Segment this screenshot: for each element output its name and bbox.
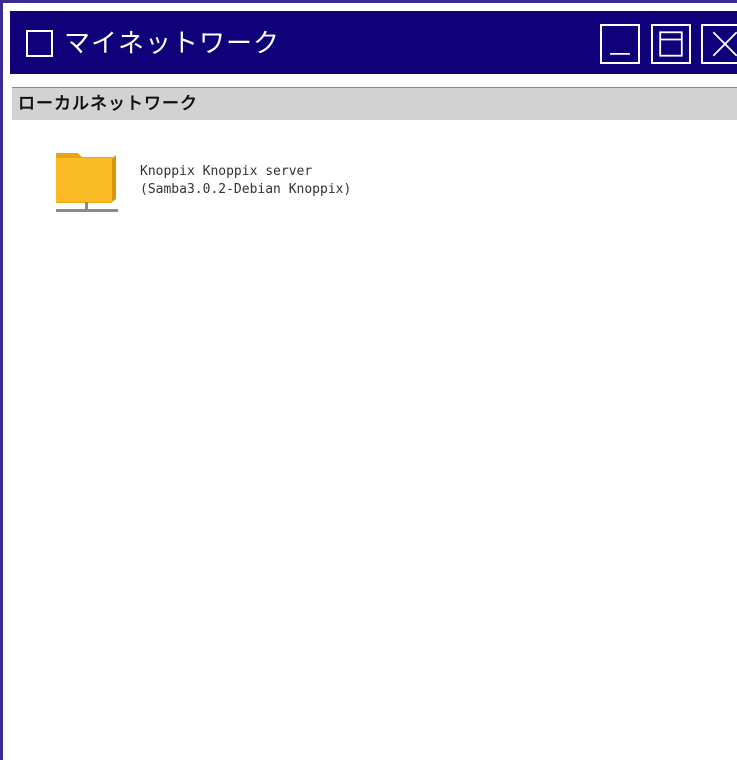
share-name: Knoppix Knoppix server [140,164,313,179]
share-description: (Samba3.0.2-Debian Knoppix) [140,182,352,197]
maximize-icon [659,31,683,57]
minimize-button[interactable] [600,24,640,64]
share-label[interactable]: Knoppix Knoppix server (Samba3.0.2-Debia… [140,163,351,199]
window-title: マイネットワーク [64,29,281,59]
location-bar: ローカルネットワーク [12,87,737,120]
location-label: ローカルネットワーク [18,94,198,114]
maximize-button[interactable] [651,24,691,64]
close-button[interactable] [701,24,737,64]
file-view[interactable]: Knoppix Knoppix server (Samba3.0.2-Debia… [12,120,737,760]
network-share-item[interactable]: Knoppix Knoppix server (Samba3.0.2-Debia… [52,148,512,218]
window-menu-icon[interactable] [26,30,53,57]
title-bar[interactable]: マイネットワーク [7,8,737,77]
minimize-icon [610,53,630,55]
my-network-window: マイネットワーク ローカルネットワーク Knoppix Knoppix serv… [0,0,737,760]
close-icon [712,31,737,57]
network-folder-icon[interactable] [52,148,124,214]
